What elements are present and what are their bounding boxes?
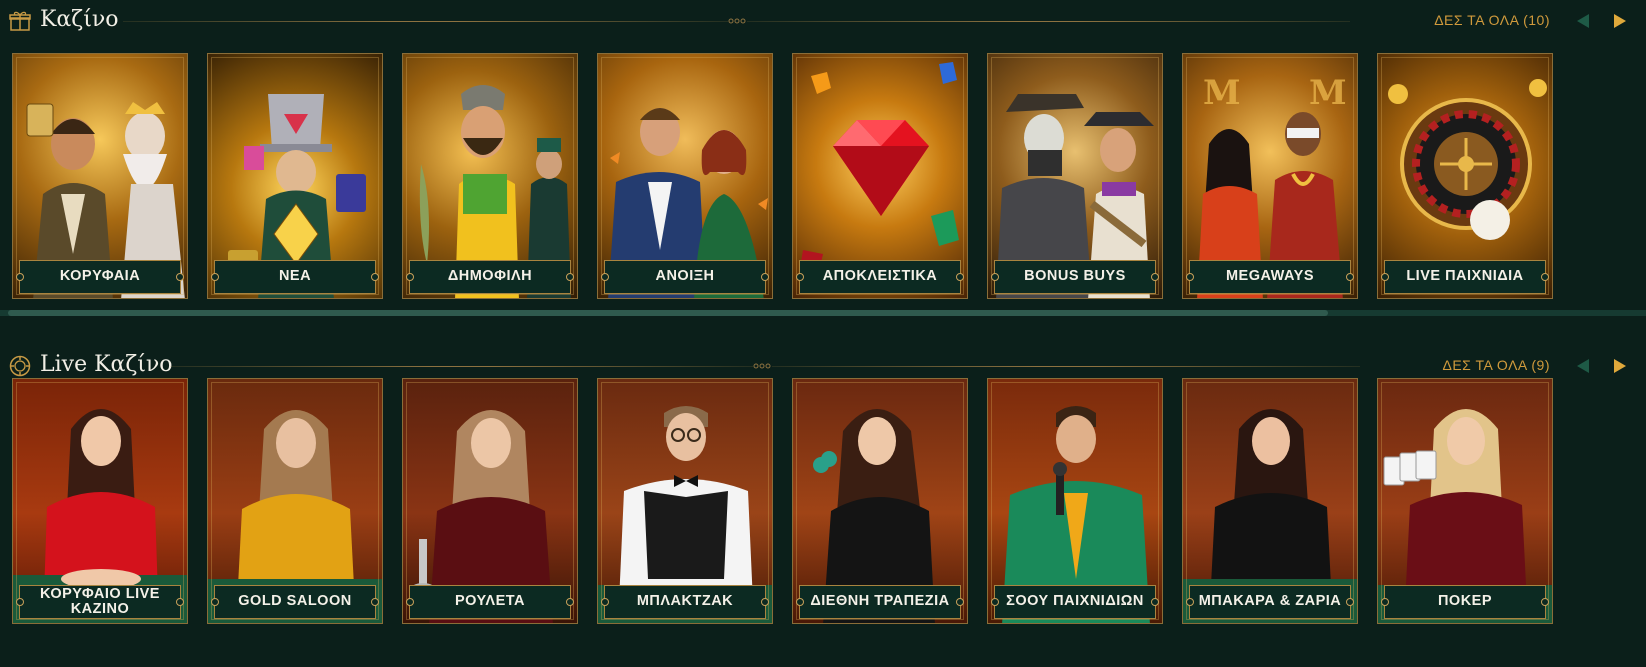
card-popular[interactable]: ΔΗΜΟΦΙΛΗ [402,53,578,299]
card-new[interactable]: ΝΕΑ [207,53,383,299]
gift-box-icon [8,9,32,33]
card-megaways[interactable]: M M MEGAWAYS [1182,53,1358,299]
card-roulette[interactable]: ΡΟΥΛΕΤΑ [402,378,578,624]
card-label: GOLD SALOON [211,585,379,619]
card-label: ΣΟΟΥ ΠΑΙΧΝΙΔΙΩΝ [991,585,1159,619]
card-label: ΜΠΛΑΚΤΖΑΚ [601,585,769,619]
card-label: LIVE ΠΑΙΧΝΙΔΙΑ [1381,260,1549,294]
divider-line [170,366,753,367]
card-label: ΚΟΡΥΦΑΙΑ [16,260,184,294]
card-label: ΚΟΡΥΦΑΙΟ LIVE ΚΑΖΙΝΟ [16,585,184,619]
divider-line [747,21,1350,22]
next-arrow-icon[interactable] [1609,355,1631,377]
casino-section: Καζίνο ΔΕΣ ΤΑ ΟΛΑ (10) ΚΟΡΥΦΑΙΑ ΝΕΑ ΔΗΜΟ… [0,0,1646,330]
card-label: ΠΟΚΕΡ [1381,585,1549,619]
card-exclusive[interactable]: ΑΠΟΚΛΕΙΣΤΙΚΑ [792,53,968,299]
card-bonus-buys[interactable]: BONUS BUYS [987,53,1163,299]
svg-text:M: M [1203,73,1241,113]
card-game-shows[interactable]: ΣΟΟΥ ΠΑΙΧΝΙΔΙΩΝ [987,378,1163,624]
section-title: Καζίνο [40,7,119,32]
casino-card-row: ΚΟΡΥΦΑΙΑ ΝΕΑ ΔΗΜΟΦΙΛΗ ΑΝΟΙΞΗ ΑΠΟΚΛΕΙΣΤΙΚ… [12,53,1553,299]
divider-line [123,21,728,22]
card-live-games[interactable]: LIVE ΠΑΙΧΝΙΔΙΑ [1377,53,1553,299]
divider-ornament [727,16,747,26]
card-label: ΔΙΕΘΝΗ ΤΡΑΠΕΖΙΑ [796,585,964,619]
next-arrow-icon[interactable] [1609,10,1631,32]
prev-arrow-icon[interactable] [1572,10,1594,32]
svg-text:M: M [1309,73,1347,113]
card-top-live-casino[interactable]: ΚΟΡΥΦΑΙΟ LIVE ΚΑΖΙΝΟ [12,378,188,624]
scrollbar-thumb[interactable] [8,310,1328,316]
section-title: Live Καζίνο [40,352,173,377]
casino-header: Καζίνο ΔΕΣ ΤΑ ΟΛΑ (10) [0,0,1646,42]
divider-line [772,366,1360,367]
card-baccarat-dice[interactable]: ΜΠΑΚΑΡΑ & ΖΑΡΙΑ [1182,378,1358,624]
live-casino-card-row: ΚΟΡΥΦΑΙΟ LIVE ΚΑΖΙΝΟ GOLD SALOON ΡΟΥΛΕΤΑ… [12,378,1553,624]
card-top[interactable]: ΚΟΡΥΦΑΙΑ [12,53,188,299]
card-label: ΑΝΟΙΞΗ [601,260,769,294]
card-label: ΝΕΑ [211,260,379,294]
card-label: BONUS BUYS [991,260,1159,294]
card-label: MEGAWAYS [1186,260,1354,294]
card-label: ΑΠΟΚΛΕΙΣΤΙΚΑ [796,260,964,294]
live-casino-section: Live Καζίνο ΔΕΣ ΤΑ ΟΛΑ (9) ΚΟΡΥΦΑΙΟ LIVE… [0,345,1646,667]
card-blackjack[interactable]: ΜΠΛΑΚΤΖΑΚ [597,378,773,624]
poker-chip-icon [8,354,32,378]
card-label: ΡΟΥΛΕΤΑ [406,585,574,619]
card-poker[interactable]: ΠΟΚΕΡ [1377,378,1553,624]
divider-ornament [752,361,772,371]
card-spring[interactable]: ΑΝΟΙΞΗ [597,53,773,299]
see-all-link[interactable]: ΔΕΣ ΤΑ ΟΛΑ (9) [1442,357,1550,373]
see-all-link[interactable]: ΔΕΣ ΤΑ ΟΛΑ (10) [1434,12,1550,28]
prev-arrow-icon[interactable] [1572,355,1594,377]
card-gold-saloon[interactable]: GOLD SALOON [207,378,383,624]
card-label: ΜΠΑΚΑΡΑ & ΖΑΡΙΑ [1186,585,1354,619]
card-international-tables[interactable]: ΔΙΕΘΝΗ ΤΡΑΠΕΖΙΑ [792,378,968,624]
card-label: ΔΗΜΟΦΙΛΗ [406,260,574,294]
horizontal-scrollbar[interactable] [0,310,1646,316]
